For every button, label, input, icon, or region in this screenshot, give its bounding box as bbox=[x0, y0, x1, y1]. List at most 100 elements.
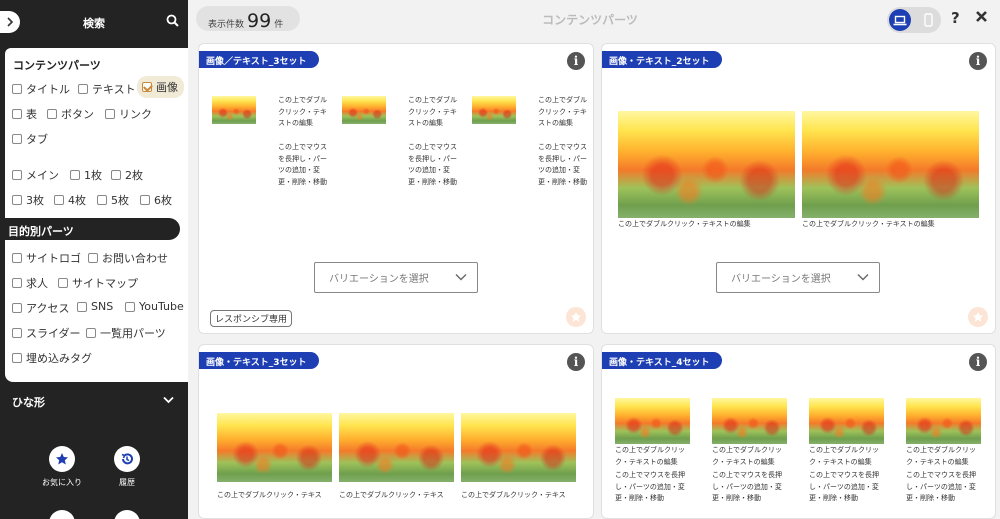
variation-select-value: バリエーションを選択 bbox=[731, 274, 831, 285]
filter-list-parts-checkbox[interactable]: 一覧用パーツ bbox=[86, 325, 166, 341]
checkbox-box bbox=[12, 303, 22, 313]
filter-recruit-checkbox[interactable]: 求人 bbox=[12, 275, 48, 291]
variation-select-value: バリエーションを選択 bbox=[329, 274, 429, 285]
close-icon[interactable] bbox=[975, 10, 988, 23]
filter-main-checkbox[interactable]: メイン bbox=[12, 167, 59, 183]
extra-sidebar-button[interactable] bbox=[97, 510, 157, 519]
history-icon-circle bbox=[114, 446, 140, 472]
search-icon[interactable] bbox=[166, 14, 179, 27]
checkbox-box bbox=[47, 109, 57, 119]
template-accordion[interactable]: ひな形 bbox=[0, 384, 188, 420]
part-thumbnail-image bbox=[342, 96, 386, 124]
part-card-title: 画像・テキスト_4セット bbox=[602, 352, 722, 369]
favorites-label: お気に入り bbox=[42, 478, 82, 487]
favorites-button[interactable]: お気に入り bbox=[32, 446, 92, 488]
filter-sns-checkbox[interactable]: SNS bbox=[77, 300, 113, 313]
filter-button-checkbox[interactable]: ボタン bbox=[47, 106, 94, 122]
history-button[interactable]: 履歴 bbox=[97, 446, 157, 488]
device-toggle[interactable] bbox=[887, 7, 941, 33]
checkbox-label: 2枚 bbox=[125, 169, 143, 182]
checkbox-box bbox=[78, 84, 88, 94]
caption-hold-text: この上でマウスを長押し・パーツの追加・変更・削除・移動 bbox=[538, 143, 587, 186]
filter-1-image-checkbox[interactable]: 1枚 bbox=[70, 167, 102, 183]
caption-edit-text: この上でダブルクリック・テキストの編集 bbox=[618, 220, 751, 228]
filter-slider-checkbox[interactable]: スライダー bbox=[12, 325, 81, 341]
checkbox-box bbox=[12, 84, 22, 94]
star-icon bbox=[56, 453, 68, 465]
checkbox-label: テキスト bbox=[92, 83, 136, 96]
info-icon[interactable]: i bbox=[969, 52, 987, 70]
chevron-down-icon bbox=[163, 396, 174, 404]
filter-link-checkbox[interactable]: リンク bbox=[105, 106, 152, 122]
info-icon[interactable]: i bbox=[969, 353, 987, 371]
info-icon[interactable]: i bbox=[567, 353, 585, 371]
history-label: 履歴 bbox=[119, 478, 135, 487]
star-icon bbox=[972, 311, 984, 322]
filter-6-images-checkbox[interactable]: 6枚 bbox=[140, 192, 172, 208]
search-bar: 検索 bbox=[0, 0, 188, 44]
filter-text-checkbox[interactable]: テキスト bbox=[78, 81, 136, 97]
checkbox-box bbox=[12, 195, 22, 205]
caption-edit-text: この上でダブルクリック・テキス bbox=[339, 491, 444, 499]
caption-edit-text: この上でダブルクリック・テキストの編集 bbox=[906, 446, 976, 466]
caption-edit-text: この上でダブルクリック・テキストの編集 bbox=[615, 446, 685, 466]
caption-hold-text: この上でマウスを長押し・パーツの追加・変更・削除・移動 bbox=[615, 471, 685, 502]
part-card[interactable]: 画像・テキスト_2セット i この上でダブルクリック・テキストの編集 この上でダ… bbox=[601, 43, 996, 334]
laptop-icon bbox=[893, 15, 907, 25]
caption-edit-text: この上でダブルクリック・テキストの編集 bbox=[712, 446, 782, 466]
checkbox-box bbox=[77, 301, 87, 312]
favorite-toggle[interactable] bbox=[566, 307, 586, 327]
filter-sitemap-checkbox[interactable]: サイトマップ bbox=[58, 275, 138, 291]
filter-contact-checkbox[interactable]: お問い合わせ bbox=[88, 250, 168, 266]
filter-2-images-checkbox[interactable]: 2枚 bbox=[111, 167, 143, 183]
part-thumbnail-image bbox=[212, 96, 256, 124]
filter-tab-checkbox[interactable]: タブ bbox=[12, 131, 48, 147]
part-card[interactable]: 画像・テキスト_3セット i この上でダブルクリック・テキス この上でダブルクリ… bbox=[198, 344, 594, 519]
checkbox-label: 3枚 bbox=[26, 194, 44, 207]
variation-select[interactable]: バリエーションを選択 bbox=[314, 262, 478, 293]
filter-access-checkbox[interactable]: アクセス bbox=[12, 300, 69, 316]
checkbox-box bbox=[97, 195, 107, 205]
help-icon[interactable]: ? bbox=[951, 9, 960, 27]
part-card-title: 画像・テキスト_3セット bbox=[199, 352, 319, 369]
part-card[interactable]: 画像・テキスト_4セット i この上でダブルクリック・テキストの編集 この上でマ… bbox=[601, 344, 996, 519]
checkbox-box bbox=[12, 134, 22, 144]
star-icon bbox=[570, 311, 582, 322]
filter-4-images-checkbox[interactable]: 4枚 bbox=[54, 192, 86, 208]
filter-youtube-checkbox[interactable]: YouTube bbox=[125, 300, 184, 313]
part-thumbnail-image bbox=[472, 96, 516, 124]
checkbox-checked-box bbox=[142, 82, 152, 92]
filter-5-images-checkbox[interactable]: 5枚 bbox=[97, 192, 129, 208]
checkbox-label: 5枚 bbox=[111, 194, 129, 207]
filter-site-logo-checkbox[interactable]: サイトロゴ bbox=[12, 250, 81, 266]
checkbox-box bbox=[12, 170, 22, 180]
checkbox-label: 4枚 bbox=[68, 194, 86, 207]
part-thumbnail-image bbox=[217, 413, 332, 482]
checkbox-label: 画像 bbox=[156, 81, 178, 94]
checkbox-box bbox=[125, 301, 135, 312]
page-title: コンテンツパーツ bbox=[542, 13, 638, 27]
smartphone-view-button[interactable] bbox=[919, 11, 937, 29]
part-thumbnail-image bbox=[712, 398, 787, 444]
checkbox-label: 1枚 bbox=[84, 169, 102, 182]
part-card[interactable]: 画像／テキスト_3セット i この上でダブルクリック・テキストの編集 この上でマ… bbox=[198, 43, 594, 334]
checkbox-label: 一覧用パーツ bbox=[100, 327, 166, 340]
checkbox-label: 求人 bbox=[26, 277, 48, 290]
search-title: 検索 bbox=[83, 17, 105, 30]
pc-view-button[interactable] bbox=[889, 9, 911, 31]
extra-sidebar-button[interactable] bbox=[32, 510, 92, 519]
template-label: ひな形 bbox=[12, 396, 45, 409]
filter-title-checkbox[interactable]: タイトル bbox=[12, 81, 70, 97]
part-card-title: 画像・テキスト_2セット bbox=[602, 51, 722, 68]
checkbox-box bbox=[111, 170, 121, 180]
info-icon[interactable]: i bbox=[567, 52, 585, 70]
filter-embed-tag-checkbox[interactable]: 埋め込みタグ bbox=[12, 350, 92, 366]
variation-select[interactable]: バリエーションを選択 bbox=[716, 262, 880, 293]
filter-image-checkbox[interactable]: 画像 bbox=[137, 76, 184, 98]
chevron-down-icon bbox=[455, 274, 467, 281]
filter-3-images-checkbox[interactable]: 3枚 bbox=[12, 192, 44, 208]
checkbox-box bbox=[12, 328, 22, 338]
filter-table-checkbox[interactable]: 表 bbox=[12, 106, 37, 122]
favorite-toggle[interactable] bbox=[968, 307, 988, 327]
checkbox-box bbox=[86, 328, 96, 338]
